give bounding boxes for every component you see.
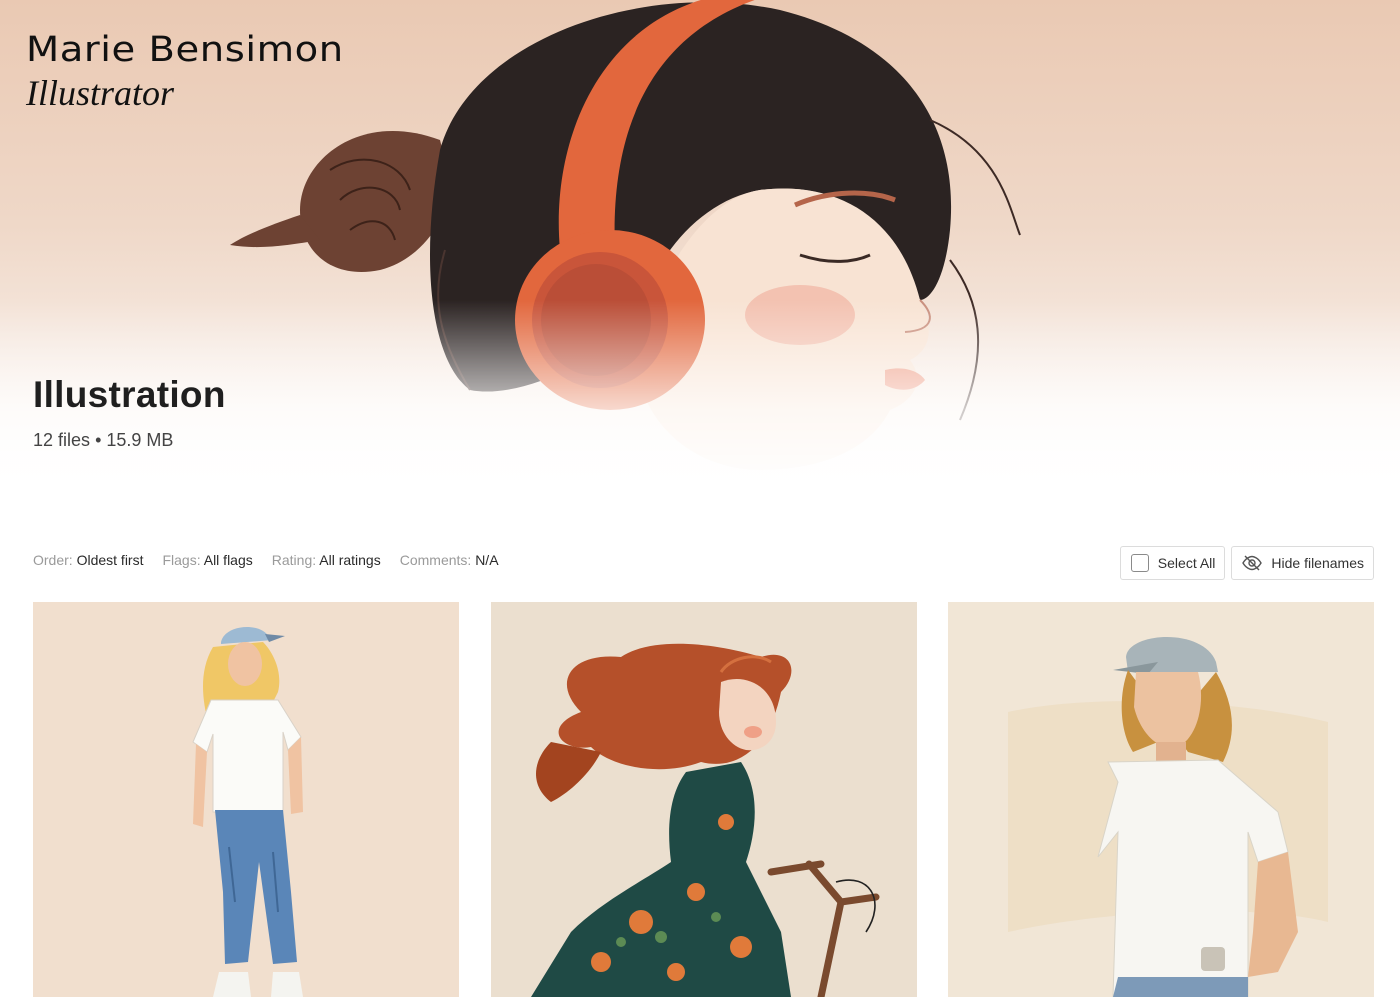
gallery-actions: Select All Hide filenames: [1119, 546, 1374, 580]
hide-filenames-label: Hide filenames: [1271, 555, 1364, 571]
photographer-name[interactable]: Marie Bensimon: [26, 30, 344, 70]
filter-bar: Order: Oldest first Flags: All flags Rat…: [33, 552, 499, 568]
photo-card[interactable]: [33, 602, 459, 997]
filter-flags[interactable]: Flags: All flags: [162, 552, 252, 568]
filter-comments-value: N/A: [475, 552, 499, 568]
gallery-hero: Marie Bensimon Illustrator Illustration …: [0, 0, 1400, 500]
meta-separator: •: [95, 430, 102, 450]
filter-comments[interactable]: Comments: N/A: [400, 552, 499, 568]
gallery-size: 15.9 MB: [106, 430, 174, 450]
illustration-woman-red-hair-bicycle: [531, 643, 880, 997]
filter-order[interactable]: Order: Oldest first: [33, 552, 143, 568]
eye-slash-icon: [1242, 555, 1263, 571]
filter-flags-value: All flags: [203, 552, 253, 568]
illustration-man-cap-white-tshirt: [1008, 637, 1328, 997]
file-count: 12 files: [33, 430, 91, 450]
filter-rating[interactable]: Rating: All ratings: [272, 552, 381, 568]
gallery-title: Illustration: [33, 374, 226, 415]
photo-card[interactable]: [948, 602, 1374, 997]
filter-flags-label: Flags:: [162, 552, 201, 568]
select-all-checkbox[interactable]: [1130, 554, 1149, 572]
filter-comments-label: Comments:: [399, 552, 472, 568]
hide-filenames-button[interactable]: Hide filenames: [1231, 546, 1374, 580]
select-all-button[interactable]: Select All: [1119, 546, 1226, 580]
gallery-meta: 12 files • 15.9 MB: [33, 430, 173, 451]
filter-order-value: Oldest first: [76, 552, 144, 568]
select-all-label: Select All: [1157, 555, 1216, 571]
photo-card[interactable]: [491, 602, 917, 997]
illustration-man-long-hair-cap-standing: [192, 626, 303, 997]
filter-order-label: Order:: [33, 552, 73, 568]
photographer-role: Illustrator: [26, 73, 175, 113]
filter-rating-value: All ratings: [319, 552, 381, 568]
filter-rating-label: Rating:: [271, 552, 317, 568]
